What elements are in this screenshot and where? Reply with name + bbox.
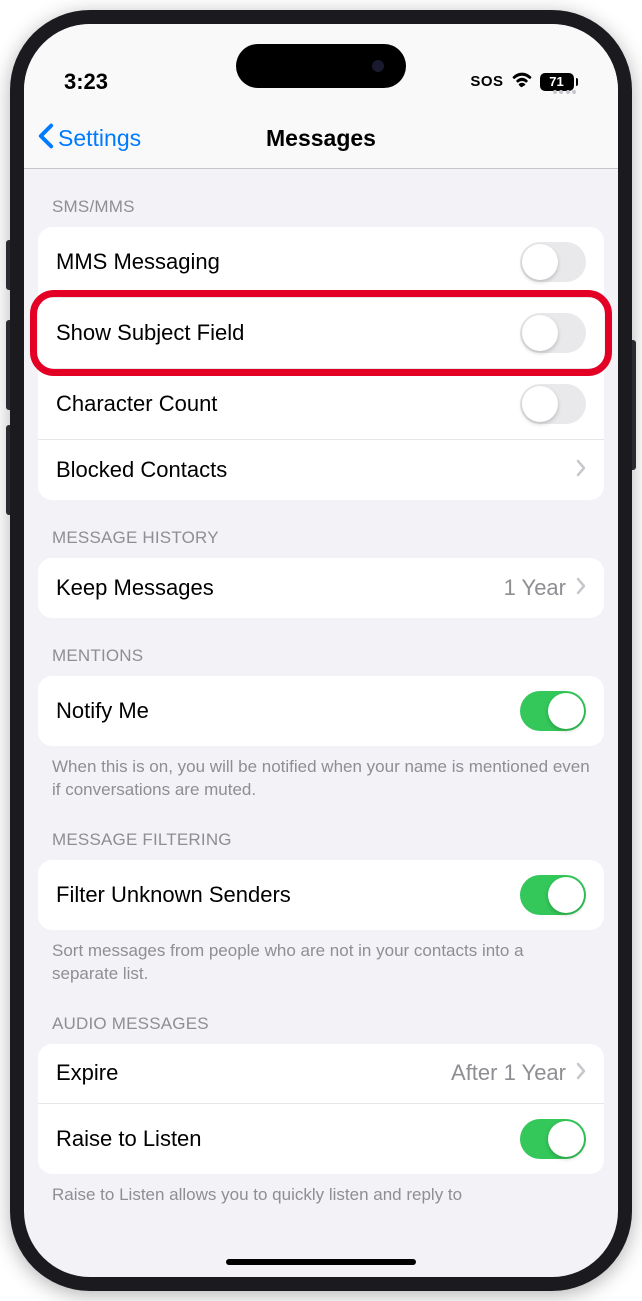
row-label: Notify Me: [56, 698, 149, 724]
row-label: Expire: [56, 1060, 118, 1086]
row-expire[interactable]: Expire After 1 Year: [38, 1044, 604, 1104]
chevron-right-icon: [576, 577, 586, 600]
section-message-filtering: Filter Unknown Senders: [38, 860, 604, 930]
row-notify-me[interactable]: Notify Me: [38, 676, 604, 746]
section-header-audio-messages: AUDIO MESSAGES: [24, 986, 618, 1044]
volume-down-button: [6, 425, 10, 515]
section-header-smsmms: SMS/MMS: [24, 169, 618, 227]
row-label: MMS Messaging: [56, 249, 220, 275]
row-raise-to-listen[interactable]: Raise to Listen: [38, 1104, 604, 1174]
toggle-character-count[interactable]: [520, 384, 586, 424]
page-title: Messages: [266, 125, 376, 152]
chevron-left-icon: [38, 123, 54, 155]
section-footer-mentions: When this is on, you will be notified wh…: [24, 746, 618, 802]
toggle-show-subject-field[interactable]: [520, 313, 586, 353]
battery-indicator: 71: [540, 73, 579, 91]
section-mentions: Notify Me: [38, 676, 604, 746]
content[interactable]: SMS/MMS MMS Messaging Show Subject Field…: [24, 169, 618, 1277]
row-label: Blocked Contacts: [56, 457, 227, 483]
section-footer-message-filtering: Sort messages from people who are not in…: [24, 930, 618, 986]
row-value: After 1 Year: [451, 1060, 566, 1086]
side-button: [6, 240, 10, 290]
toggle-mms-messaging[interactable]: [520, 242, 586, 282]
row-label: Show Subject Field: [56, 320, 244, 346]
sos-indicator: SOS: [470, 73, 503, 90]
section-header-mentions: MENTIONS: [24, 618, 618, 676]
wifi-icon: [511, 70, 533, 93]
battery-level: 71: [549, 74, 563, 89]
status-dots-icon: [553, 90, 577, 94]
screen: 3:23 SOS 71: [24, 24, 618, 1277]
chevron-right-icon: [576, 459, 586, 482]
row-label: Keep Messages: [56, 575, 214, 601]
volume-up-button: [6, 320, 10, 410]
home-indicator[interactable]: [226, 1259, 416, 1265]
back-button[interactable]: Settings: [38, 123, 141, 155]
section-footer-audio-messages: Raise to Listen allows you to quickly li…: [24, 1174, 618, 1207]
section-smsmms: MMS Messaging Show Subject Field Charact…: [38, 227, 604, 500]
toggle-filter-unknown-senders[interactable]: [520, 875, 586, 915]
row-label: Raise to Listen: [56, 1126, 202, 1152]
section-header-message-filtering: MESSAGE FILTERING: [24, 802, 618, 860]
section-header-message-history: MESSAGE HISTORY: [24, 500, 618, 558]
section-message-history: Keep Messages 1 Year: [38, 558, 604, 618]
row-label: Filter Unknown Senders: [56, 882, 291, 908]
row-filter-unknown-senders[interactable]: Filter Unknown Senders: [38, 860, 604, 930]
phone-frame: 3:23 SOS 71: [10, 10, 632, 1291]
section-audio-messages: Expire After 1 Year Raise to Listen: [38, 1044, 604, 1174]
row-character-count[interactable]: Character Count: [38, 369, 604, 440]
toggle-notify-me[interactable]: [520, 691, 586, 731]
status-time: 3:23: [64, 69, 108, 95]
row-value: 1 Year: [504, 575, 566, 601]
row-blocked-contacts[interactable]: Blocked Contacts: [38, 440, 604, 500]
back-label: Settings: [58, 125, 141, 152]
nav-bar: Settings Messages: [24, 109, 618, 169]
row-keep-messages[interactable]: Keep Messages 1 Year: [38, 558, 604, 618]
row-label: Character Count: [56, 391, 217, 417]
dynamic-island: [236, 44, 406, 88]
power-button: [632, 340, 636, 470]
toggle-raise-to-listen[interactable]: [520, 1119, 586, 1159]
row-mms-messaging[interactable]: MMS Messaging: [38, 227, 604, 298]
chevron-right-icon: [576, 1062, 586, 1085]
row-show-subject-field[interactable]: Show Subject Field: [38, 298, 604, 369]
